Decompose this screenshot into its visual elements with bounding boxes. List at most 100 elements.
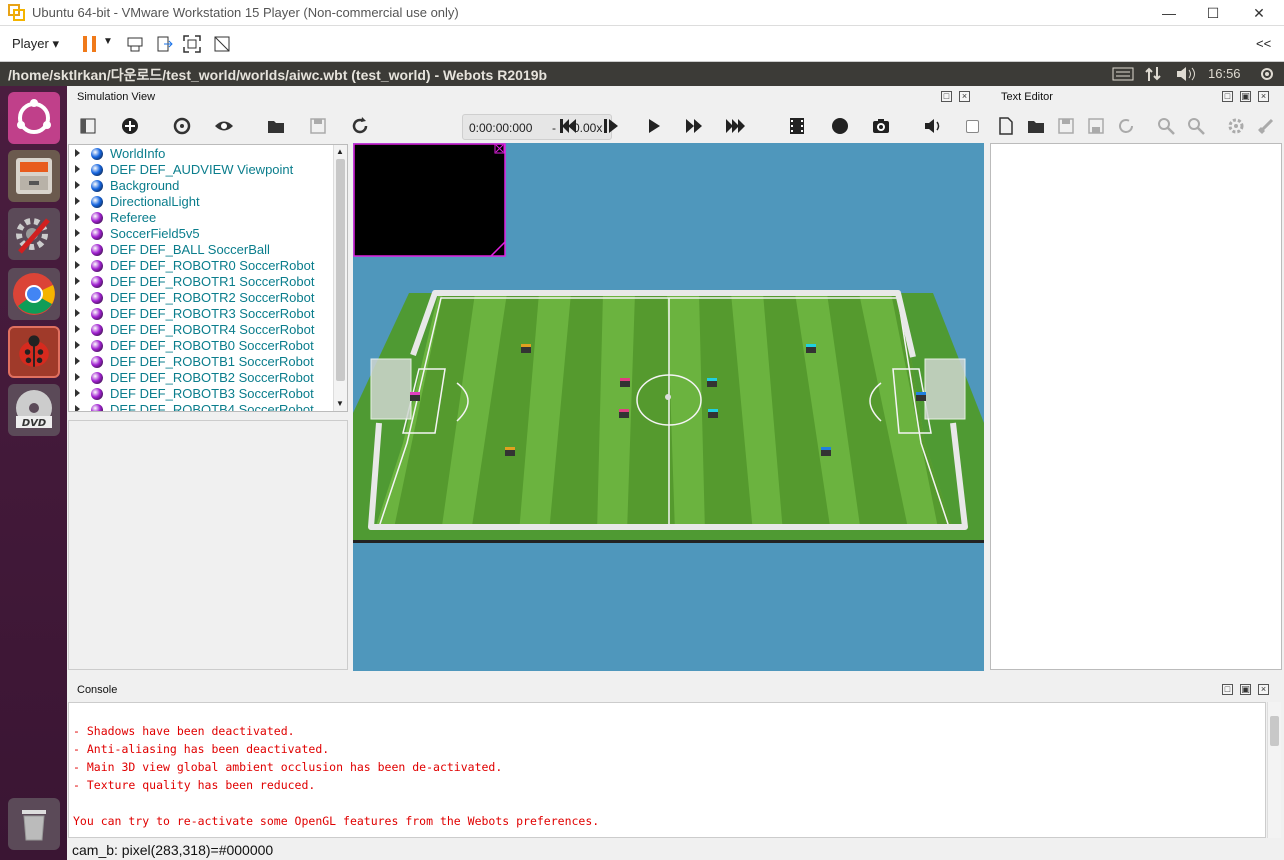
float-panel-button[interactable]: □	[941, 91, 952, 102]
close-text-editor-button[interactable]: ×	[1258, 91, 1269, 102]
maximize-button[interactable]: ☐	[1190, 2, 1236, 24]
files-icon[interactable]	[8, 150, 60, 202]
expand-arrow-icon[interactable]	[75, 245, 80, 253]
clean-broom-icon[interactable]	[1256, 116, 1276, 136]
fast-mode-icon[interactable]	[726, 116, 746, 136]
keyboard-icon[interactable]	[1112, 67, 1134, 81]
reset-simulation-icon[interactable]	[558, 116, 578, 136]
scene-tree-item[interactable]: DEF DEF_ROBOTB2 SoccerRobot	[69, 370, 333, 386]
open-world-icon[interactable]	[266, 116, 286, 136]
scene-tree-item[interactable]: DEF DEF_ROBOTR0 SoccerRobot	[69, 258, 333, 274]
scene-tree-item[interactable]: DEF DEF_ROBOTB1 SoccerRobot	[69, 354, 333, 370]
sound-icon[interactable]	[923, 116, 943, 136]
pause-dropdown-icon[interactable]: ▼	[103, 36, 113, 47]
play-icon[interactable]	[644, 116, 664, 136]
scene-tree-item[interactable]: DEF DEF_ROBOTR3 SoccerRobot	[69, 306, 333, 322]
scrollbar-thumb[interactable]	[336, 159, 345, 381]
scene-tree-item[interactable]: DirectionalLight	[69, 194, 333, 210]
fast-forward-icon[interactable]	[684, 116, 704, 136]
chrome-icon[interactable]	[8, 268, 60, 320]
clock[interactable]: 16:56	[1208, 66, 1241, 81]
new-file-icon[interactable]	[996, 116, 1016, 136]
close-panel-button[interactable]: ×	[959, 91, 970, 102]
console-output[interactable]: - Shadows have been deactivated. - Anti-…	[68, 702, 1266, 838]
reload-world-icon[interactable]	[350, 116, 370, 136]
ubuntu-logo-icon[interactable]	[8, 92, 60, 144]
close-button[interactable]: ✕	[1236, 2, 1282, 24]
scroll-down-icon[interactable]: ▼	[336, 399, 344, 408]
scene-tree-item[interactable]: DEF DEF_ROBOTB4 SoccerRobot	[69, 402, 333, 411]
trash-icon[interactable]	[8, 798, 60, 850]
scene-tree-scrollbar[interactable]: ▲ ▼	[333, 145, 347, 411]
scene-tree-item[interactable]: DEF DEF_ROBOTR1 SoccerRobot	[69, 274, 333, 290]
scene-tree-item[interactable]: DEF DEF_ROBOTB3 SoccerRobot	[69, 386, 333, 402]
player-menu[interactable]: Player ▾	[12, 36, 59, 52]
expand-arrow-icon[interactable]	[75, 373, 80, 381]
expand-arrow-icon[interactable]	[75, 197, 80, 205]
step-icon[interactable]	[601, 116, 621, 136]
scene-tree-item[interactable]: DEF DEF_AUDVIEW Viewpoint	[69, 162, 333, 178]
scroll-up-icon[interactable]: ▲	[336, 147, 344, 156]
power-gear-icon[interactable]	[1258, 66, 1276, 82]
expand-arrow-icon[interactable]	[75, 357, 80, 365]
mute-checkbox[interactable]	[966, 120, 979, 133]
volume-icon[interactable]	[1175, 66, 1197, 82]
expand-arrow-icon[interactable]	[75, 277, 80, 285]
expand-arrow-icon[interactable]	[75, 165, 80, 173]
scene-tree-item[interactable]: WorldInfo	[69, 146, 333, 162]
expand-arrow-icon[interactable]	[75, 229, 80, 237]
expand-arrow-icon[interactable]	[75, 149, 80, 157]
3d-view[interactable]	[353, 143, 984, 671]
save-world-icon[interactable]	[308, 116, 328, 136]
settings-icon[interactable]	[8, 208, 60, 260]
scene-tree-item[interactable]: Background	[69, 178, 333, 194]
expand-arrow-icon[interactable]	[75, 213, 80, 221]
expand-arrow-icon[interactable]	[75, 341, 80, 349]
fullscreen-icon[interactable]	[182, 34, 202, 54]
reset-viewpoint-icon[interactable]	[172, 116, 192, 136]
build-gear-icon[interactable]	[1226, 116, 1246, 136]
close-console-button[interactable]: ×	[1258, 684, 1269, 695]
unity-mode-icon[interactable]	[212, 34, 232, 54]
send-ctrl-alt-del-icon[interactable]	[125, 34, 145, 54]
scene-tree-item[interactable]: DEF DEF_ROBOTR4 SoccerRobot	[69, 322, 333, 338]
console-scrollbar[interactable]	[1267, 702, 1281, 838]
collapse-toolbar-button[interactable]: <<	[1256, 36, 1271, 51]
float-text-editor-button[interactable]: □	[1222, 91, 1233, 102]
screenshot-camera-icon[interactable]	[871, 116, 891, 136]
scene-tree-item[interactable]: SoccerField5v5	[69, 226, 333, 242]
removable-devices-icon[interactable]	[154, 34, 174, 54]
maximize-console-button[interactable]: ▣	[1240, 684, 1251, 695]
expand-arrow-icon[interactable]	[75, 405, 80, 411]
text-editor-area[interactable]	[990, 143, 1282, 670]
save-as-icon[interactable]	[1086, 116, 1106, 136]
minimize-button[interactable]: —	[1146, 2, 1192, 24]
view-eye-icon[interactable]	[214, 116, 234, 136]
pause-icon[interactable]	[80, 34, 100, 54]
expand-arrow-icon[interactable]	[75, 293, 80, 301]
expand-arrow-icon[interactable]	[75, 181, 80, 189]
console-scrollbar-thumb[interactable]	[1270, 716, 1279, 746]
scene-tree-item[interactable]: DEF DEF_ROBOTR2 SoccerRobot	[69, 290, 333, 306]
webots-ladybug-icon[interactable]	[8, 326, 60, 378]
expand-arrow-icon[interactable]	[75, 389, 80, 397]
expand-arrow-icon[interactable]	[75, 261, 80, 269]
find-icon[interactable]	[1156, 116, 1176, 136]
hide-scene-tree-icon[interactable]	[78, 116, 98, 136]
scene-tree-item[interactable]: Referee	[69, 210, 333, 226]
network-icon[interactable]	[1144, 66, 1162, 82]
scene-tree-item[interactable]: DEF DEF_BALL SoccerBall	[69, 242, 333, 258]
save-file-icon[interactable]	[1056, 116, 1076, 136]
movie-icon[interactable]	[787, 116, 807, 136]
expand-arrow-icon[interactable]	[75, 309, 80, 317]
maximize-text-editor-button[interactable]: ▣	[1240, 91, 1251, 102]
camera-overlay[interactable]	[353, 143, 506, 257]
record-icon[interactable]	[830, 116, 850, 136]
replace-icon[interactable]	[1186, 116, 1206, 136]
revert-icon[interactable]	[1116, 116, 1136, 136]
add-node-icon[interactable]	[120, 116, 140, 136]
float-console-button[interactable]: □	[1222, 684, 1233, 695]
scene-tree-item[interactable]: DEF DEF_ROBOTB0 SoccerRobot	[69, 338, 333, 354]
expand-arrow-icon[interactable]	[75, 325, 80, 333]
dvd-icon[interactable]: DVD	[8, 384, 60, 436]
